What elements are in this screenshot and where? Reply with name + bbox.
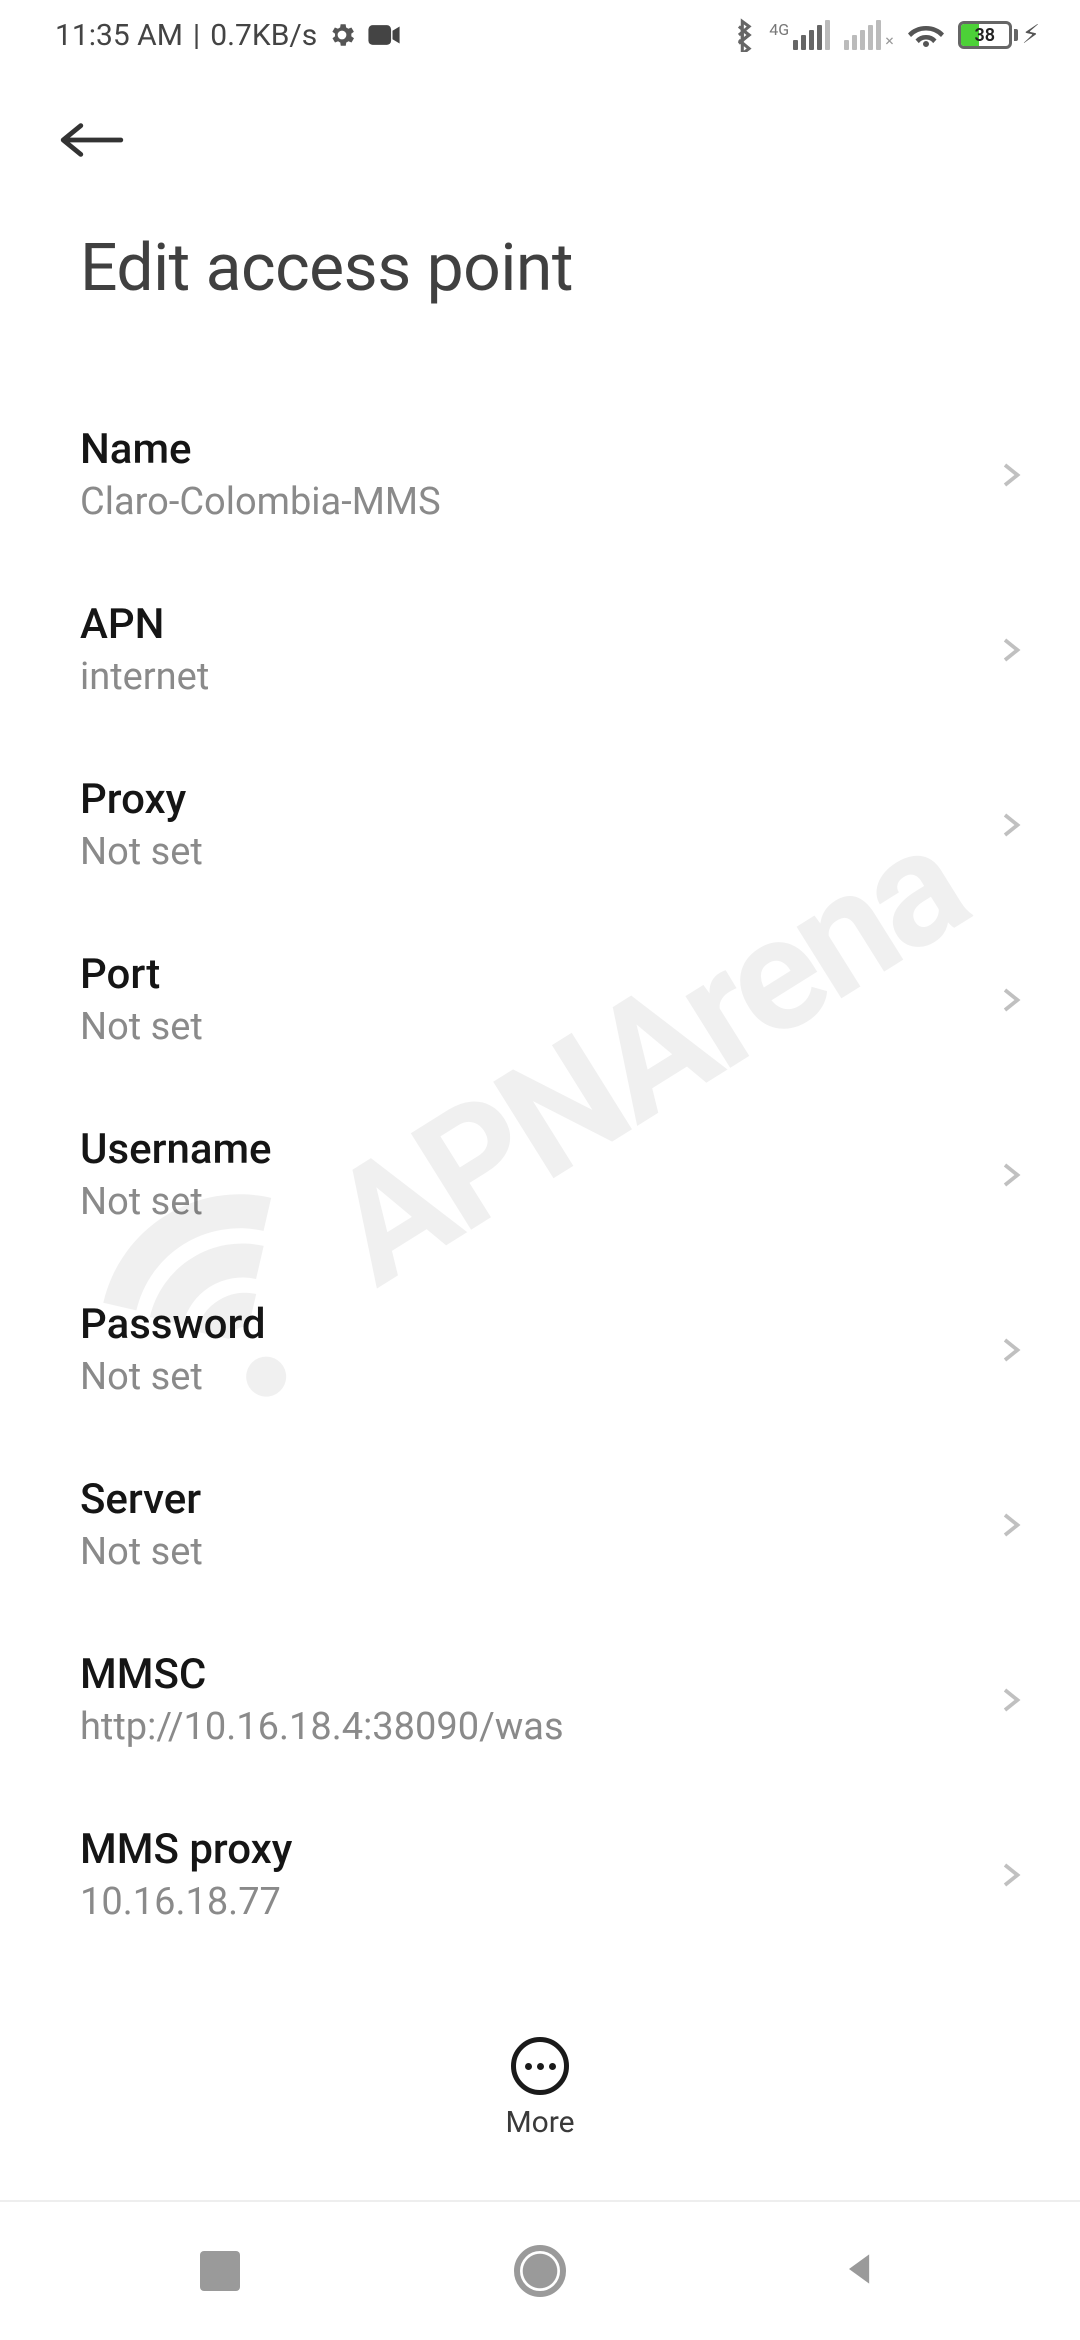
system-nav-bar bbox=[0, 2200, 1080, 2340]
row-label: Server bbox=[80, 1475, 995, 1524]
more-label: More bbox=[505, 2105, 574, 2140]
square-icon bbox=[200, 2251, 240, 2291]
row-server[interactable]: Server Not set bbox=[0, 1437, 1080, 1612]
row-value: Claro-Colombia-MMS bbox=[80, 480, 995, 524]
signal-sim1: 4G bbox=[769, 20, 830, 50]
battery-pct: 38 bbox=[961, 24, 1009, 46]
chevron-right-icon bbox=[995, 1160, 1025, 1190]
row-mmsc[interactable]: MMSC http://10.16.18.4:38090/was bbox=[0, 1612, 1080, 1787]
row-label: Username bbox=[80, 1125, 995, 1174]
nav-home-button[interactable] bbox=[510, 2241, 570, 2301]
circle-icon bbox=[514, 2245, 566, 2297]
row-proxy[interactable]: Proxy Not set bbox=[0, 737, 1080, 912]
row-username[interactable]: Username Not set bbox=[0, 1087, 1080, 1262]
chevron-right-icon bbox=[995, 985, 1025, 1015]
row-apn[interactable]: APN internet bbox=[0, 562, 1080, 737]
row-password[interactable]: Password Not set bbox=[0, 1262, 1080, 1437]
chevron-right-icon bbox=[995, 1860, 1025, 1890]
dots-icon bbox=[525, 2063, 532, 2070]
signal-4g-label: 4G bbox=[769, 20, 789, 39]
row-label: Name bbox=[80, 425, 995, 474]
status-separator: | bbox=[193, 18, 200, 53]
triangle-left-icon bbox=[838, 2247, 882, 2295]
status-left: 11:35 AM | 0.7KB/s bbox=[55, 18, 401, 53]
header: Edit access point bbox=[0, 70, 1080, 357]
bluetooth-icon bbox=[733, 18, 755, 52]
chevron-right-icon bbox=[995, 1685, 1025, 1715]
row-value: 10.16.18.77 bbox=[80, 1880, 995, 1924]
status-time: 11:35 AM bbox=[55, 18, 183, 53]
row-value: Not set bbox=[80, 1355, 995, 1399]
signal-sim2: × bbox=[844, 20, 894, 50]
bottom-action-bar: More bbox=[0, 2037, 1080, 2140]
chevron-right-icon bbox=[995, 810, 1025, 840]
chevron-right-icon bbox=[995, 460, 1025, 490]
nav-back-button[interactable] bbox=[830, 2241, 890, 2301]
row-value: Not set bbox=[80, 1180, 995, 1224]
more-button[interactable] bbox=[511, 2037, 569, 2095]
chevron-right-icon bbox=[995, 1510, 1025, 1540]
row-label: MMS proxy bbox=[80, 1825, 995, 1874]
row-label: Port bbox=[80, 950, 995, 999]
row-port[interactable]: Port Not set bbox=[0, 912, 1080, 1087]
status-right: 4G × 38 ⚡︎ bbox=[733, 18, 1040, 52]
wifi-icon bbox=[908, 20, 944, 50]
row-label: APN bbox=[80, 600, 995, 649]
chevron-right-icon bbox=[995, 1335, 1025, 1365]
status-netspeed: 0.7KB/s bbox=[210, 18, 317, 53]
charging-icon: ⚡︎ bbox=[1022, 20, 1040, 50]
arrow-left-icon bbox=[60, 120, 124, 160]
row-mms-proxy[interactable]: MMS proxy 10.16.18.77 bbox=[0, 1787, 1080, 1962]
page-title: Edit access point bbox=[60, 180, 1040, 347]
no-sim-x: × bbox=[885, 31, 894, 50]
back-button[interactable] bbox=[60, 100, 140, 180]
row-value: Not set bbox=[80, 1530, 995, 1574]
camera-icon bbox=[367, 22, 401, 48]
status-bar: 11:35 AM | 0.7KB/s 4G × bbox=[0, 0, 1080, 70]
row-value: http://10.16.18.4:38090/was bbox=[80, 1705, 995, 1749]
row-value: Not set bbox=[80, 830, 995, 874]
nav-recents-button[interactable] bbox=[190, 2241, 250, 2301]
row-label: Proxy bbox=[80, 775, 995, 824]
row-value: Not set bbox=[80, 1005, 995, 1049]
settings-list: Name Claro-Colombia-MMS APN internet Pro… bbox=[0, 357, 1080, 1962]
row-label: Password bbox=[80, 1300, 995, 1349]
row-label: MMSC bbox=[80, 1650, 995, 1699]
row-name[interactable]: Name Claro-Colombia-MMS bbox=[0, 387, 1080, 562]
battery-indicator: 38 ⚡︎ bbox=[958, 20, 1040, 50]
gear-icon bbox=[327, 20, 357, 50]
chevron-right-icon bbox=[995, 635, 1025, 665]
row-value: internet bbox=[80, 655, 995, 699]
